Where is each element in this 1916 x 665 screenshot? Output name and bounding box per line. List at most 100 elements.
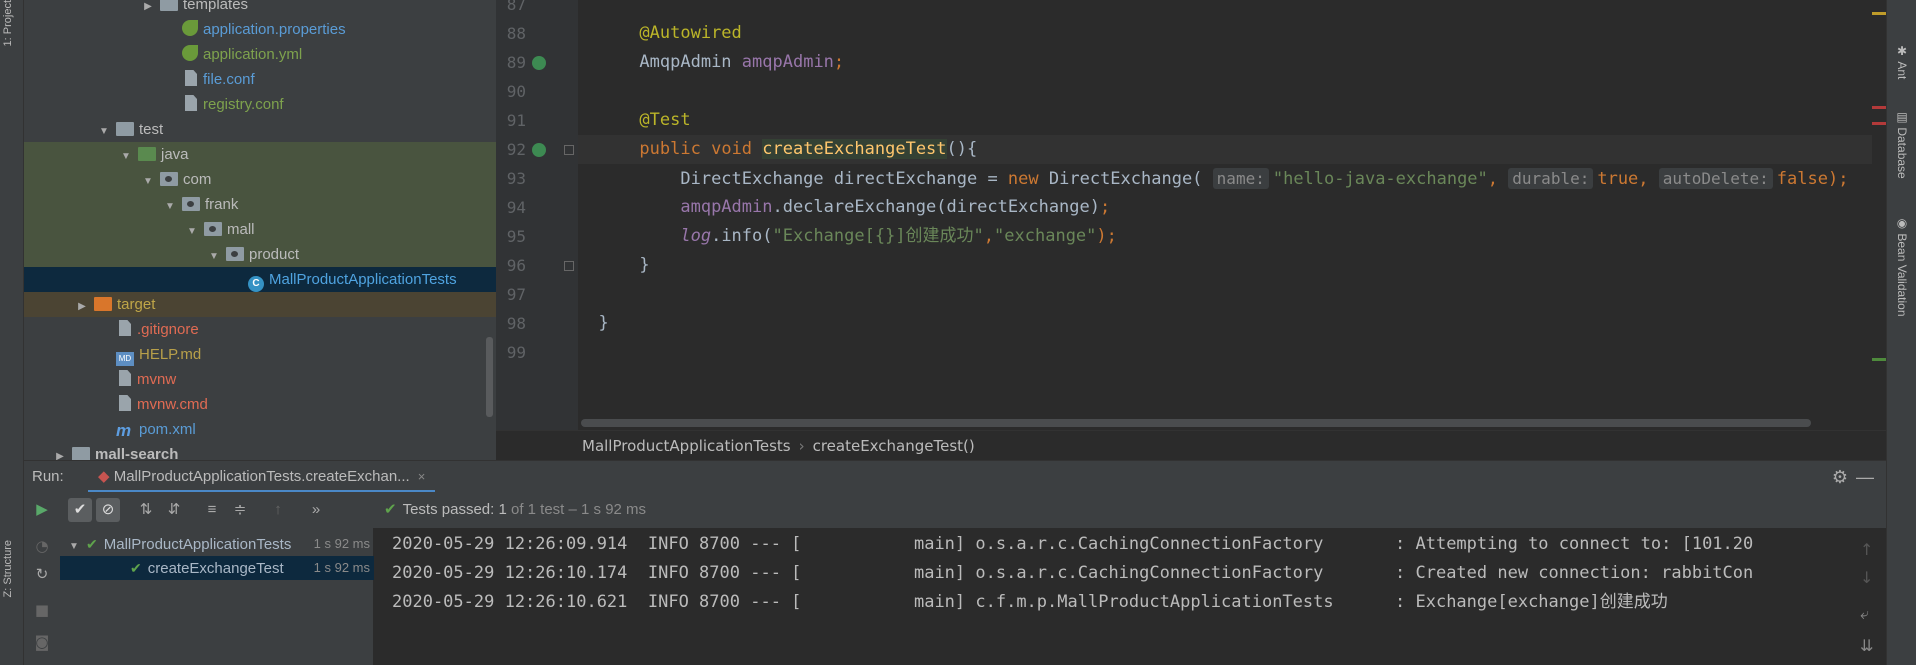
project-tree-item[interactable]: m pom.xml [24,417,496,442]
sort-by-duration-icon[interactable]: ⇵ [162,498,186,522]
project-tree-item[interactable]: ▼ frank [24,192,496,217]
project-tool-tab[interactable]: 1: Project [2,0,14,46]
code-line[interactable]: DirectExchange directExchange = new Dire… [578,164,1878,193]
project-tree-item[interactable]: mvnw.cmd [24,392,496,417]
fold-marker-icon[interactable] [564,261,574,271]
project-tree-item[interactable]: ▼ mall [24,217,496,242]
field-token: amqpAdmin [680,197,773,217]
project-tree-item[interactable]: ▼ test [24,117,496,142]
console-line: 2020-05-29 12:26:10.621 INFO 8700 --- [ … [392,592,1668,612]
expand-toggle-icon[interactable]: ▼ [98,119,110,144]
line-number: 92 [506,140,526,159]
expand-toggle-icon[interactable]: ▼ [142,169,154,194]
string-token: "hello-java-exchange" [1272,169,1488,189]
code-line[interactable]: amqpAdmin.declareExchange(directExchange… [578,193,1878,222]
ant-tool-tab[interactable]: ✱ Ant [1895,44,1909,79]
show-ignored-icon[interactable]: ⊘ [96,498,120,522]
breadcrumb-method[interactable]: createExchangeTest() [813,437,975,455]
expand-toggle-icon[interactable]: ▼ [68,535,80,556]
code-line[interactable] [578,77,1878,106]
code-editor[interactable]: 87 88 89 90 91 92 93 94 95 96 97 98 99 @Autowired Am… [496,0,1886,430]
breadcrumb-class[interactable]: MallProductApplicationTests [582,437,791,455]
project-tree-item[interactable]: file.conf [24,67,496,92]
console-line: 2020-05-29 12:26:10.174 INFO 8700 --- [ … [392,563,1754,583]
code-line[interactable]: @Autowired [578,19,1878,48]
expand-toggle-icon[interactable]: ▶ [76,294,88,319]
code-line[interactable]: } [578,251,1878,280]
debug-icon[interactable]: ◔ [30,534,54,558]
param-hint: name: [1212,168,1269,189]
field-token: amqpAdmin [741,52,834,72]
more-icon[interactable]: » [304,498,328,522]
line-number: 99 [506,343,526,362]
editor-horizontal-scrollbar[interactable] [581,419,1811,427]
project-tree-item[interactable]: application.properties [24,17,496,42]
rerun-failed-icon[interactable]: ↻ [30,562,54,586]
code-line[interactable]: log.info("Exchange[{}]创建成功","exchange"); [578,222,1878,251]
expand-toggle-icon[interactable]: ▼ [186,219,198,244]
project-tree: ▶ templates application.properties applicat… [24,0,496,460]
console-side-toolbar: ↑ ↓ ⤶ ⇊ [1852,528,1886,665]
bean-validation-tool-tab[interactable]: ◉ Bean Validation [1895,216,1909,317]
expand-toggle-icon[interactable]: ▼ [120,144,132,169]
expand-toggle-icon[interactable]: ▼ [208,244,220,269]
spring-leaf-icon [182,45,198,61]
close-icon[interactable]: × [418,469,426,484]
expand-toggle-icon[interactable]: ▶ [54,444,66,460]
scroll-to-end-icon[interactable]: ⇊ [1860,636,1873,655]
show-passed-icon[interactable]: ✔ [68,498,92,522]
gear-icon[interactable]: ⚙ [1832,461,1848,493]
scroll-up-icon[interactable]: ↑ [1860,540,1873,559]
project-scrollbar[interactable] [486,337,493,417]
field-token: log [680,226,712,246]
code-line[interactable] [578,280,1878,309]
run-test-icon[interactable] [532,143,546,157]
test-tree-item[interactable]: ▼ ✔ MallProductApplicationTests 1 s 92 ms [60,532,374,556]
database-tool-tab[interactable]: ▤ Database [1895,110,1909,179]
run-tab[interactable]: ◆ MallProductApplicationTests.createExch… [88,461,436,493]
project-tree-item[interactable]: ▶ target [24,292,496,317]
structure-tool-tab[interactable]: Z: Structure [2,540,14,597]
project-tree-item[interactable]: C MallProductApplicationTests [24,267,496,292]
project-tree-item[interactable]: ▶ templates [24,0,496,17]
code-line[interactable]: @Test [578,106,1878,135]
scroll-down-icon[interactable]: ↓ [1860,568,1873,587]
error-stripe[interactable] [1872,0,1888,430]
project-tree-item[interactable]: application.yml [24,42,496,67]
code-line[interactable]: AmqpAdmin amqpAdmin; [578,48,1878,77]
line-number: 90 [506,82,526,101]
collapse-all-icon[interactable]: ≑ [228,498,252,522]
stop-icon[interactable]: ■ [30,598,54,622]
project-tree-item[interactable]: registry.conf [24,92,496,117]
package-icon [226,247,244,261]
sort-alphabetically-icon[interactable]: ⇅ [134,498,158,522]
code-line[interactable]: public void createExchangeTest(){ [578,135,1878,164]
spring-leaf-icon [182,20,198,36]
minimize-icon[interactable]: — [1856,461,1874,493]
code-line[interactable]: } [578,309,1878,338]
code-line[interactable] [578,338,1878,367]
project-tree-item[interactable]: ▼ com [24,167,496,192]
fold-marker-icon[interactable] [564,145,574,155]
ide-window: { "left_strip": {"project_tab": "1: Proj… [0,0,1916,665]
rerun-icon[interactable]: ▶ [30,498,54,522]
previous-failed-icon[interactable]: ↑ [266,498,290,522]
project-tree-item[interactable]: .gitignore [24,317,496,342]
project-tree-item[interactable]: ▼ product [24,242,496,267]
project-tree-item[interactable]: ▶ mall-search [24,442,496,460]
punct-token: } [598,313,609,333]
test-tree-item[interactable]: ✔ createExchangeTest 1 s 92 ms [60,556,374,580]
soft-wrap-icon[interactable]: ⤶ [1860,604,1869,624]
code-line[interactable] [578,0,1878,19]
keyword-token: false [1776,169,1828,189]
project-tree-item[interactable]: MD HELP.md [24,342,496,367]
run-tab-title: MallProductApplicationTests.createExchan… [113,468,410,485]
project-tree-item[interactable]: mvnw [24,367,496,392]
camera-icon[interactable]: ◙ [30,630,54,654]
module-folder-icon [72,447,90,460]
expand-all-icon[interactable]: ≡ [200,498,224,522]
project-tree-item[interactable]: ▼ java [24,142,496,167]
implementation-icon[interactable] [532,56,546,70]
console-output[interactable]: 2020-05-29 12:26:09.914 INFO 8700 --- [ … [374,528,1852,665]
expand-toggle-icon[interactable]: ▼ [164,194,176,219]
